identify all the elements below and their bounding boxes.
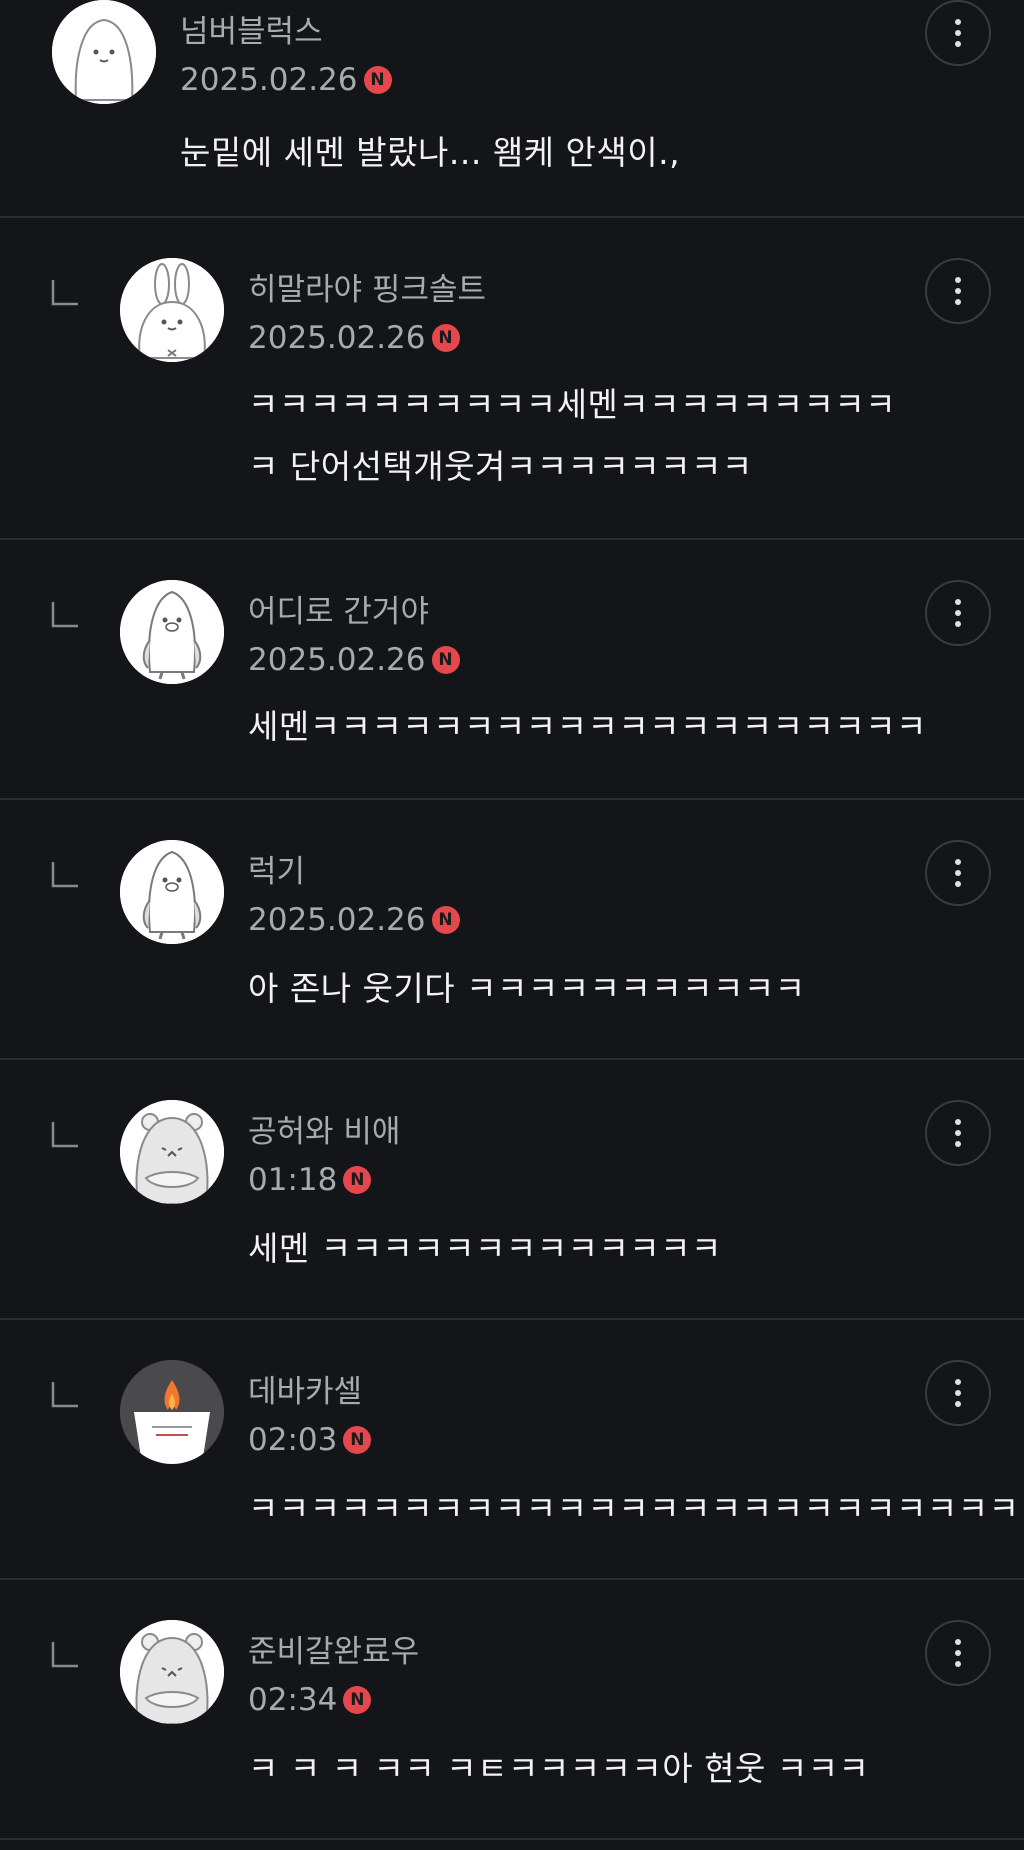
comment-date: 2025.02.26	[180, 62, 358, 98]
new-badge: N	[431, 324, 460, 352]
comment-meta: 2025.02.26 N	[248, 900, 460, 940]
dot	[955, 599, 961, 605]
comment-nickname[interactable]: 넘버블럭스	[180, 12, 323, 52]
dot	[955, 1141, 961, 1147]
reply-item: 공허와 비애 01:18 N 세멘 ㅋㅋㅋㅋㅋㅋㅋㅋㅋㅋㅋㅋㅋ	[0, 1060, 1024, 1320]
avatar[interactable]	[120, 1100, 224, 1204]
dot	[955, 1401, 961, 1407]
more-options-button[interactable]	[925, 1100, 991, 1166]
avatar[interactable]	[120, 258, 224, 362]
dot	[955, 1650, 961, 1656]
reply-item: 준비갈완료우 02:34 N ㅋ ㅋ ㅋ ㅋㅋ ㅋㅌㅋㅋㅋㅋㅋ아 현웃 ㅋㅋㅋ	[0, 1580, 1024, 1840]
avatar[interactable]	[120, 840, 224, 944]
dot	[955, 1661, 961, 1667]
reply-arrow-icon	[50, 600, 80, 630]
dot	[955, 621, 961, 627]
dot	[955, 859, 961, 865]
dot	[955, 41, 961, 47]
comment-meta: 01:18 N	[248, 1160, 372, 1200]
comment-meta: 2025.02.26 N	[248, 640, 460, 680]
comment-nickname[interactable]: 어디로 간거야	[248, 592, 429, 632]
bear-character-icon	[120, 1100, 224, 1204]
reply-item: 럭기 2025.02.26 N 아 존나 웃기다 ㅋㅋㅋㅋㅋㅋㅋㅋㅋㅋㅋ	[0, 800, 1024, 1060]
rabbit-character-icon	[120, 258, 224, 362]
reply-arrow-icon	[50, 1640, 80, 1670]
dot	[955, 30, 961, 36]
comment-text: 세멘ㅋㅋㅋㅋㅋㅋㅋㅋㅋㅋㅋㅋㅋㅋㅋㅋㅋㅋㅋㅋ	[248, 707, 927, 746]
avatar[interactable]	[120, 580, 224, 684]
avatar[interactable]	[120, 1620, 224, 1724]
comment-meta: 02:34 N	[248, 1680, 372, 1720]
dot	[955, 610, 961, 616]
dot	[955, 1130, 961, 1136]
dot	[955, 19, 961, 25]
dot	[955, 1639, 961, 1645]
reply-arrow-icon	[50, 1120, 80, 1150]
dot	[955, 288, 961, 294]
more-options-button[interactable]	[925, 258, 991, 324]
reply-arrow-icon	[50, 860, 80, 890]
reply-item: 데바카셀 02:03 N ㅋㅋㅋㅋㅋㅋㅋㅋㅋㅋㅋㅋㅋㅋㅋㅋㅋㅋㅋㅋㅋㅋㅋㅋㅋ	[0, 1320, 1024, 1580]
comment-text: ㅋㅋㅋㅋㅋㅋㅋㅋㅋㅋ세멘ㅋㅋㅋㅋㅋㅋㅋㅋㅋ ㅋ 단어선택개웃겨ㅋㅋㅋㅋㅋㅋㅋㅋ	[248, 385, 897, 486]
comment-date: 2025.02.26	[248, 902, 426, 938]
more-options-button[interactable]	[925, 0, 991, 66]
dot	[955, 870, 961, 876]
dot	[955, 1119, 961, 1125]
dot	[955, 1390, 961, 1396]
dot	[955, 881, 961, 887]
comment-date: 01:18	[248, 1162, 338, 1198]
avatar[interactable]	[52, 0, 156, 104]
avatar[interactable]	[120, 1360, 224, 1464]
penguin-character-icon	[120, 580, 224, 684]
reply-arrow-icon	[50, 1380, 80, 1410]
comment-text: 아 존나 웃기다 ㅋㅋㅋㅋㅋㅋㅋㅋㅋㅋㅋ	[248, 969, 806, 1008]
comment-nickname[interactable]: 데바카셀	[248, 1372, 362, 1412]
dot	[955, 299, 961, 305]
new-badge: N	[431, 906, 460, 934]
more-options-button[interactable]	[925, 580, 991, 646]
comment-nickname[interactable]: 히말라야 핑크솔트	[248, 270, 486, 310]
comment-nickname[interactable]: 공허와 비애	[248, 1112, 400, 1152]
penguin-character-icon	[120, 840, 224, 944]
comment-meta: 2025.02.26 N	[248, 318, 460, 358]
comment-date: 02:34	[248, 1682, 338, 1718]
comment-date: 2025.02.26	[248, 320, 426, 356]
comment-nickname[interactable]: 럭기	[248, 852, 305, 892]
dot	[955, 1379, 961, 1385]
new-badge: N	[363, 66, 392, 94]
comment-text: 눈밑에 세멘 발랐나... 왬케 안색이.,	[180, 133, 681, 172]
comment-nickname[interactable]: 준비갈완료우	[248, 1632, 419, 1672]
comment-date: 02:03	[248, 1422, 338, 1458]
comment-meta: 2025.02.26 N	[180, 60, 392, 100]
new-badge: N	[343, 1686, 372, 1714]
comment-text: ㅋㅋㅋㅋㅋㅋㅋㅋㅋㅋㅋㅋㅋㅋㅋㅋㅋㅋㅋㅋㅋㅋㅋㅋㅋ	[248, 1489, 1020, 1528]
dot	[955, 277, 961, 283]
more-options-button[interactable]	[925, 840, 991, 906]
new-badge: N	[431, 646, 460, 674]
more-options-button[interactable]	[925, 1360, 991, 1426]
reply-item: 어디로 간거야 2025.02.26 N 세멘ㅋㅋㅋㅋㅋㅋㅋㅋㅋㅋㅋㅋㅋㅋㅋㅋㅋ…	[0, 540, 1024, 800]
white-blob-character-icon	[52, 0, 156, 104]
new-badge: N	[343, 1426, 372, 1454]
comment-date: 2025.02.26	[248, 642, 426, 678]
comment-item: 넘버블럭스 2025.02.26 N 눈밑에 세멘 발랐나... 왬케 안색이.…	[0, 0, 1024, 218]
candle-memorial-icon	[120, 1360, 224, 1464]
comment-text: ㅋ ㅋ ㅋ ㅋㅋ ㅋㅌㅋㅋㅋㅋㅋ아 현웃 ㅋㅋㅋ	[248, 1749, 870, 1788]
comment-text: 세멘 ㅋㅋㅋㅋㅋㅋㅋㅋㅋㅋㅋㅋㅋ	[248, 1229, 722, 1268]
reply-arrow-icon	[50, 278, 80, 308]
new-badge: N	[343, 1166, 372, 1194]
more-options-button[interactable]	[925, 1620, 991, 1686]
comment-meta: 02:03 N	[248, 1420, 372, 1460]
bear-character-icon	[120, 1620, 224, 1724]
reply-item: 히말라야 핑크솔트 2025.02.26 N ㅋㅋㅋㅋㅋㅋㅋㅋㅋㅋ세멘ㅋㅋㅋㅋㅋ…	[0, 218, 1024, 540]
